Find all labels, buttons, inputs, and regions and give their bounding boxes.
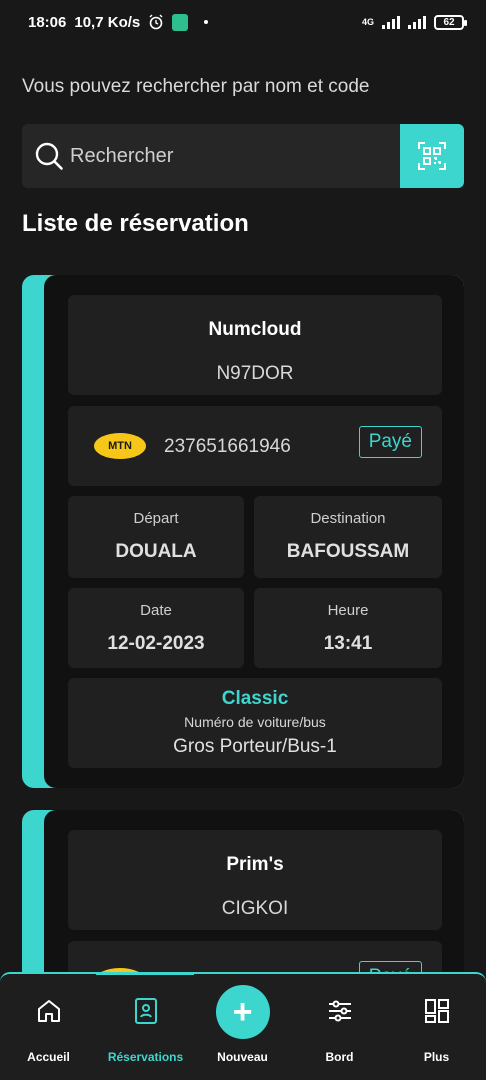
date-panel: Date 12-02-2023 — [68, 588, 244, 668]
sliders-icon — [325, 996, 355, 1026]
nav-reservations[interactable]: Réservations — [97, 974, 194, 1080]
passenger-panel: Prim's CIGKOI — [68, 830, 442, 930]
passenger-name: Numcloud — [208, 319, 302, 340]
vehicle-panel: Classic Numéro de voiture/bus Gros Porte… — [68, 678, 442, 768]
vehicle-label: Numéro de voiture/bus — [184, 714, 326, 730]
nav-board[interactable]: Bord — [291, 974, 388, 1080]
passenger-panel: Numcloud N97DOR — [68, 295, 442, 395]
search-icon — [35, 142, 63, 170]
time-panel: Heure 13:41 — [254, 588, 442, 668]
status-badge: Payé — [358, 426, 422, 458]
destination-value: BAFOUSSAM — [286, 541, 410, 562]
passenger-name: Prim's — [226, 854, 284, 875]
bottom-navigation: Accueil Réservations + Nouveau Bord Plus — [0, 972, 486, 1080]
destination-label: Destination — [310, 510, 386, 527]
grid-icon — [422, 996, 452, 1026]
nav-home-label: Accueil — [27, 1050, 70, 1064]
departure-value: DOUALA — [115, 541, 197, 562]
reservation-card[interactable]: Numcloud N97DOR MTN 237651661946 Payé Dé… — [22, 275, 464, 788]
nav-home[interactable]: Accueil — [0, 974, 97, 1080]
departure-label: Départ — [133, 510, 179, 527]
battery-level: 62 — [443, 16, 455, 28]
nav-new-label: Nouveau — [217, 1050, 268, 1064]
notification-dot-icon — [204, 20, 209, 24]
mtn-logo: MTN — [94, 433, 146, 459]
destination-panel: Destination BAFOUSSAM — [254, 496, 442, 578]
time-label: Heure — [327, 602, 369, 619]
section-title: Liste de réservation — [22, 210, 249, 237]
reservation-book-icon — [131, 996, 161, 1026]
qr-scan-button[interactable] — [400, 124, 464, 188]
reservation-code: CIGKOI — [221, 898, 289, 919]
shield-icon — [172, 13, 189, 31]
status-time: 18:06 — [28, 13, 67, 31]
date-value: 12-02-2023 — [107, 633, 205, 654]
nav-new[interactable]: + Nouveau — [194, 974, 291, 1080]
search-input[interactable] — [70, 144, 400, 168]
network-type: 4G — [361, 17, 374, 27]
nav-more[interactable]: Plus — [388, 974, 485, 1080]
card-body: Numcloud N97DOR MTN 237651661946 Payé Dé… — [44, 275, 464, 788]
date-label: Date — [140, 602, 172, 619]
nav-reservations-label: Réservations — [107, 1050, 184, 1064]
reservation-code: N97DOR — [216, 363, 294, 384]
status-speed: 10,7 Ko/s — [74, 13, 141, 31]
class-label: Classic — [221, 688, 289, 709]
signal-icon — [382, 15, 400, 29]
nav-more-label: Plus — [423, 1050, 450, 1064]
status-bar: 18:06 10,7 Ko/s 4G 62 — [0, 0, 486, 44]
nav-board-label: Bord — [325, 1050, 354, 1064]
departure-panel: Départ DOUALA — [68, 496, 244, 578]
search-bar — [22, 124, 464, 188]
signal-2-icon — [408, 15, 426, 29]
alarm-icon — [149, 14, 163, 30]
qr-code-icon — [418, 142, 446, 170]
vehicle-value: Gros Porteur/Bus-1 — [173, 736, 337, 757]
phone-number: 237651661946 — [164, 436, 291, 457]
battery-icon: 62 — [434, 14, 467, 30]
home-icon — [34, 996, 64, 1026]
payment-panel: MTN 237651661946 Payé — [68, 406, 442, 486]
search-hint: Vous pouvez rechercher par nom et code — [22, 76, 370, 97]
plus-icon: + — [215, 985, 270, 1039]
time-value: 13:41 — [323, 633, 373, 654]
